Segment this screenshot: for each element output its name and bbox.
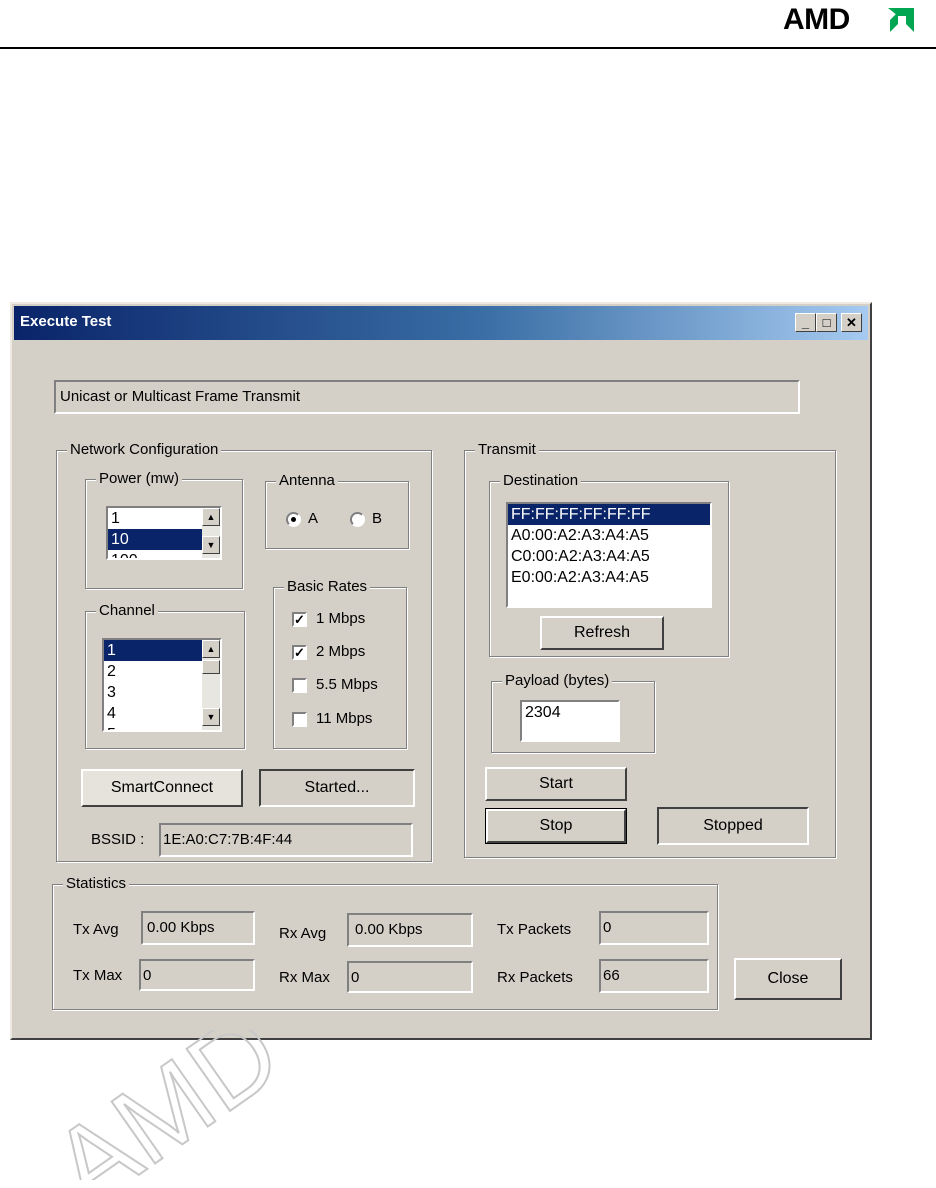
title-bar[interactable]: Execute Test _ □ ✕ — [14, 306, 868, 340]
channel-listbox[interactable]: 1 2 3 4 5 ▲ ▼ — [102, 638, 222, 732]
transmit-group: Transmit Destination FF:FF:FF:FF:FF:FF A… — [464, 441, 836, 858]
rate-11mbps-label: 11 Mbps — [316, 710, 373, 727]
list-item[interactable]: A0:00:A2:A3:A4:A5 — [508, 525, 710, 546]
channel-scrollbar[interactable]: ▲ ▼ — [202, 640, 220, 730]
basic-rates-group: Basic Rates ✓ 1 Mbps ✓ 2 Mbps 5.5 Mbps 1… — [273, 578, 407, 749]
rate-11mbps-checkbox[interactable] — [292, 712, 307, 727]
antenna-b-label: B — [372, 510, 383, 527]
tx-max-value: 0 — [143, 967, 152, 984]
rx-max-field: 0 — [347, 961, 473, 993]
test-description-field: Unicast or Multicast Frame Transmit — [54, 380, 800, 414]
network-configuration-group: Network Configuration Power (mw) 1 10 10… — [56, 441, 432, 862]
tx-packets-value: 0 — [603, 919, 612, 936]
payload-value: 2304 — [525, 704, 561, 721]
rx-avg-field: 0.00 Kbps — [347, 913, 473, 947]
rx-max-label: Rx Max — [279, 969, 330, 986]
list-item-selected[interactable]: FF:FF:FF:FF:FF:FF — [508, 504, 710, 525]
smartconnect-button[interactable]: SmartConnect — [81, 769, 243, 807]
start-label: Start — [539, 775, 573, 792]
antenna-a-label: A — [308, 510, 319, 527]
started-button[interactable]: Started... — [259, 769, 415, 807]
antenna-a-radio[interactable] — [286, 512, 301, 527]
refresh-button[interactable]: Refresh — [540, 616, 664, 650]
destination-label: Destination — [500, 472, 582, 490]
rate-2mbps-label: 2 Mbps — [316, 643, 366, 660]
rx-avg-label: Rx Avg — [279, 925, 327, 942]
status-text: Stopped — [703, 817, 763, 834]
amd-arrow-icon — [888, 8, 914, 32]
refresh-label: Refresh — [573, 624, 631, 641]
antenna-group: Antenna A B — [265, 472, 409, 549]
rate-2mbps-checkbox[interactable]: ✓ — [292, 645, 307, 660]
stop-button[interactable]: Stop — [485, 808, 627, 844]
watermark-text: AMD — [31, 1030, 290, 1180]
statistics-group: Statistics Tx Avg 0.00 Kbps Rx Avg 0.00 … — [52, 875, 718, 1010]
close-window-button[interactable]: ✕ — [841, 313, 862, 332]
tx-max-label: Tx Max — [73, 967, 123, 984]
minimize-button[interactable]: _ — [795, 313, 816, 332]
stop-label: Stop — [539, 817, 573, 834]
rx-max-value: 0 — [351, 969, 360, 986]
start-button[interactable]: Start — [485, 767, 627, 801]
basic-rates-label: Basic Rates — [284, 578, 371, 596]
bssid-label: BSSID : — [91, 831, 145, 848]
status-indicator: Stopped — [657, 807, 809, 845]
payload-label: Payload (bytes) — [502, 672, 613, 690]
rate-1mbps-label: 1 Mbps — [316, 610, 366, 627]
statistics-label: Statistics — [63, 875, 130, 893]
rate-5-5mbps-label: 5.5 Mbps — [316, 676, 378, 693]
rx-packets-label: Rx Packets — [497, 969, 573, 986]
power-group: Power (mw) 1 10 100 ▲ ▼ — [85, 470, 243, 589]
rate-5-5mbps-checkbox[interactable] — [292, 678, 307, 693]
scroll-down-icon[interactable]: ▼ — [202, 708, 220, 726]
header-rule — [0, 47, 936, 49]
minimize-icon: _ — [801, 315, 810, 330]
destination-group: Destination FF:FF:FF:FF:FF:FF A0:00:A2:A… — [489, 472, 729, 657]
close-label: Close — [767, 970, 809, 987]
antenna-b-radio[interactable] — [350, 512, 365, 527]
scroll-down-icon[interactable]: ▼ — [202, 536, 220, 554]
started-label: Started... — [304, 779, 370, 796]
smartconnect-label: SmartConnect — [110, 779, 214, 796]
destination-listbox[interactable]: FF:FF:FF:FF:FF:FF A0:00:A2:A3:A4:A5 C0:0… — [506, 502, 712, 608]
network-configuration-label: Network Configuration — [67, 441, 222, 459]
close-icon: ✕ — [846, 314, 857, 330]
rate-1mbps-checkbox[interactable]: ✓ — [292, 612, 307, 627]
payload-input[interactable]: 2304 — [520, 700, 620, 742]
antenna-label: Antenna — [276, 472, 338, 490]
power-scrollbar[interactable]: ▲ ▼ — [202, 508, 220, 558]
maximize-icon: □ — [822, 315, 831, 330]
list-item[interactable]: C0:00:A2:A3:A4:A5 — [508, 546, 710, 567]
list-item[interactable]: E0:00:A2:A3:A4:A5 — [508, 567, 710, 588]
amd-logo: AMD — [783, 4, 923, 36]
tx-avg-value: 0.00 Kbps — [147, 919, 215, 936]
scroll-up-icon[interactable]: ▲ — [202, 508, 220, 526]
tx-max-field: 0 — [139, 959, 255, 991]
payload-group: Payload (bytes) 2304 — [491, 672, 655, 753]
window-title: Execute Test — [20, 313, 112, 330]
tx-packets-field: 0 — [599, 911, 709, 945]
bssid-value: 1E:A0:C7:7B:4F:44 — [163, 831, 293, 848]
scroll-thumb[interactable] — [202, 660, 220, 674]
tx-packets-label: Tx Packets — [497, 921, 572, 938]
channel-label: Channel — [96, 602, 158, 620]
transmit-label: Transmit — [475, 441, 539, 459]
close-button[interactable]: Close — [734, 958, 842, 1000]
rx-packets-value: 66 — [603, 967, 620, 984]
test-description: Unicast or Multicast Frame Transmit — [60, 388, 301, 405]
amd-logo-text: AMD — [783, 3, 850, 36]
tx-avg-label: Tx Avg — [73, 921, 119, 938]
rx-avg-value: 0.00 Kbps — [355, 921, 423, 938]
tx-avg-field: 0.00 Kbps — [141, 911, 255, 945]
rx-packets-field: 66 — [599, 959, 709, 993]
bssid-field: 1E:A0:C7:7B:4F:44 — [159, 823, 413, 857]
execute-test-window: Execute Test _ □ ✕ Unicast or Multicast … — [10, 302, 872, 1040]
power-label: Power (mw) — [96, 470, 183, 488]
channel-group: Channel 1 2 3 4 5 ▲ ▼ — [85, 602, 245, 749]
maximize-button[interactable]: □ — [816, 313, 837, 332]
scroll-up-icon[interactable]: ▲ — [202, 640, 220, 658]
watermark: AMD — [30, 1030, 290, 1180]
power-listbox[interactable]: 1 10 100 ▲ ▼ — [106, 506, 222, 560]
